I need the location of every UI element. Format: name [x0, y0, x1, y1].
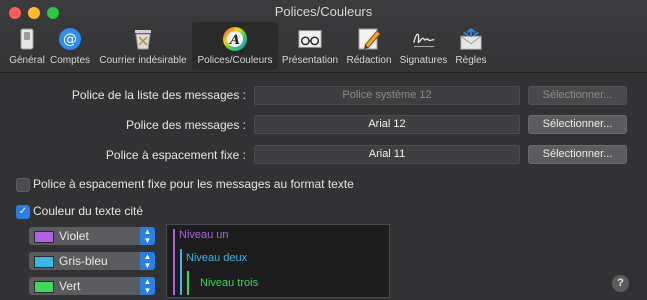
fixed-width-plaintext-label: Police à espacement fixe pour les messag… — [33, 177, 354, 191]
preferences-toolbar: Général @ Comptes Courrier indésirable A… — [8, 22, 491, 70]
level1-quote-bar — [173, 229, 175, 295]
tab-presentation-label: Présentation — [281, 55, 339, 66]
tab-general[interactable]: Général — [8, 22, 46, 70]
message-list-font-field: Police système 12 — [254, 86, 520, 105]
level2-quote-bar — [180, 249, 182, 295]
tab-rules-label: Règles — [455, 55, 487, 66]
tab-presentation[interactable]: Présentation — [278, 22, 342, 70]
at-icon: @ — [57, 26, 83, 52]
message-list-font-label: Police de la liste des messages : — [71, 88, 246, 102]
select-fixed-font-button[interactable]: Sélectionner... — [528, 145, 627, 164]
select-message-font-button[interactable]: Sélectionner... — [528, 115, 627, 134]
tab-junk-mail-label: Courrier indésirable — [99, 55, 187, 66]
level3-quote-bar — [187, 271, 189, 295]
level2-color-label: Gris-bleu — [59, 254, 108, 268]
glasses-icon — [297, 26, 323, 52]
select-list-font-button[interactable]: Sélectionner... — [528, 86, 627, 105]
quoted-text-preview: Niveau un Niveau deux Niveau trois — [166, 224, 390, 298]
tab-accounts-label: Comptes — [49, 55, 90, 66]
chevron-updown-icon: ▲ ▼ — [140, 277, 155, 295]
tab-accounts[interactable]: @ Comptes — [46, 22, 94, 70]
message-font-label: Police des messages : — [125, 118, 246, 132]
message-font-field: Arial 12 — [254, 115, 520, 134]
switch-icon — [14, 26, 40, 52]
preferences-window: Polices/Couleurs Général @ Comptes Courr… — [0, 0, 647, 300]
fixed-width-plaintext-checkbox[interactable] — [16, 178, 30, 192]
tab-composing[interactable]: Rédaction — [342, 22, 396, 70]
tab-fonts-colors[interactable]: A Polices/Couleurs — [192, 22, 278, 70]
level1-color-popup[interactable]: Violet ▲ ▼ — [29, 227, 155, 245]
fonts-colors-icon: A — [222, 26, 248, 52]
tab-signatures[interactable]: Signatures — [396, 22, 451, 70]
level2-color-popup[interactable]: Gris-bleu ▲ ▼ — [29, 252, 155, 270]
chevron-updown-icon: ▲ ▼ — [140, 227, 155, 245]
tab-signatures-label: Signatures — [399, 55, 448, 66]
fixed-width-font-field: Arial 11 — [254, 145, 520, 164]
svg-text:A: A — [228, 33, 240, 48]
help-button[interactable]: ? — [612, 275, 629, 292]
level2-color-swatch — [34, 256, 54, 268]
level1-color-label: Violet — [59, 229, 89, 243]
tab-general-label: Général — [9, 55, 45, 66]
window-title: Polices/Couleurs — [274, 4, 373, 19]
svg-text:@: @ — [63, 32, 77, 48]
tab-rules[interactable]: Règles — [451, 22, 491, 70]
quoted-text-color-label: Couleur du texte cité — [33, 204, 144, 218]
signature-icon — [411, 26, 437, 52]
quoted-text-color-checkbox[interactable]: ✓ — [16, 205, 30, 219]
tab-fonts-colors-label: Polices/Couleurs — [197, 55, 273, 66]
level3-color-label: Vert — [59, 279, 81, 293]
level3-preview-text: Niveau trois — [200, 277, 259, 289]
rules-envelope-icon — [458, 26, 484, 52]
tab-composing-label: Rédaction — [346, 55, 392, 66]
trash-junk-icon — [130, 26, 156, 52]
tab-junk-mail[interactable]: Courrier indésirable — [94, 22, 192, 70]
chevron-updown-icon: ▲ ▼ — [140, 252, 155, 270]
fixed-width-font-label: Police à espacement fixe : — [105, 148, 246, 162]
pencil-icon — [356, 26, 382, 52]
level3-color-swatch — [34, 281, 54, 293]
level1-color-swatch — [34, 231, 54, 243]
title-bar: Polices/Couleurs Général @ Comptes Courr… — [0, 0, 647, 73]
level1-preview-text: Niveau un — [179, 229, 229, 241]
level2-preview-text: Niveau deux — [186, 252, 248, 264]
level3-color-popup[interactable]: Vert ▲ ▼ — [29, 277, 155, 295]
